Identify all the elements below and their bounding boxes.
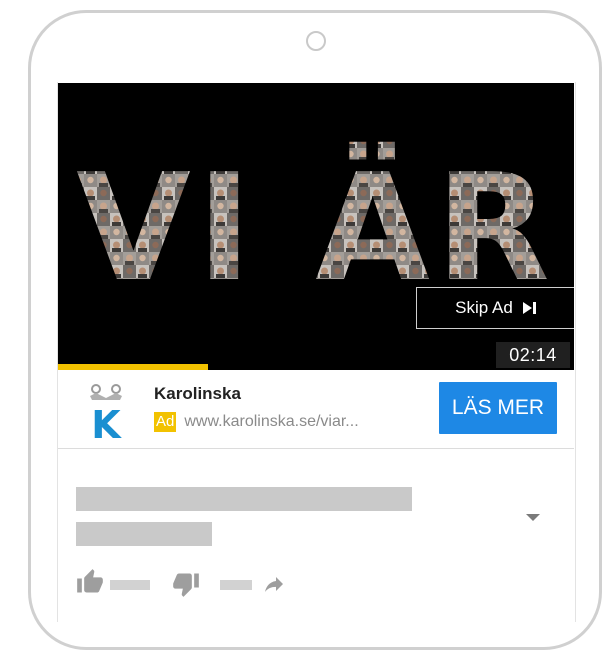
crown-icon: K <box>90 384 122 447</box>
chevron-down-icon[interactable] <box>526 514 540 521</box>
title-placeholder-line-1 <box>76 487 412 511</box>
like-count-placeholder <box>110 580 150 590</box>
las-mer-button[interactable]: LÄS MER <box>439 382 557 434</box>
advertiser-name: Karolinska <box>154 384 241 403</box>
thumb-up-icon[interactable] <box>76 568 104 601</box>
skip-next-icon <box>522 302 536 314</box>
skip-ad-button[interactable]: Skip Ad <box>416 287 574 329</box>
action-row <box>76 568 316 598</box>
karolinska-logo: K <box>80 382 132 447</box>
ad-badge: Ad <box>154 412 177 432</box>
skip-ad-label: Skip Ad <box>455 298 513 317</box>
logo-letter: K <box>91 403 122 442</box>
front-camera <box>306 31 326 51</box>
ad-url-line[interactable]: Ad www.karolinska.se/viar... <box>154 412 359 432</box>
title-placeholder-line-2 <box>76 522 212 546</box>
dislike-count-placeholder <box>220 580 252 590</box>
share-icon[interactable] <box>260 572 288 601</box>
thumb-down-icon[interactable] <box>172 570 200 603</box>
ad-info-bar[interactable]: K Karolinska Ad www.karolinska.se/viar..… <box>58 370 574 449</box>
ad-url[interactable]: www.karolinska.se/viar... <box>184 413 358 431</box>
